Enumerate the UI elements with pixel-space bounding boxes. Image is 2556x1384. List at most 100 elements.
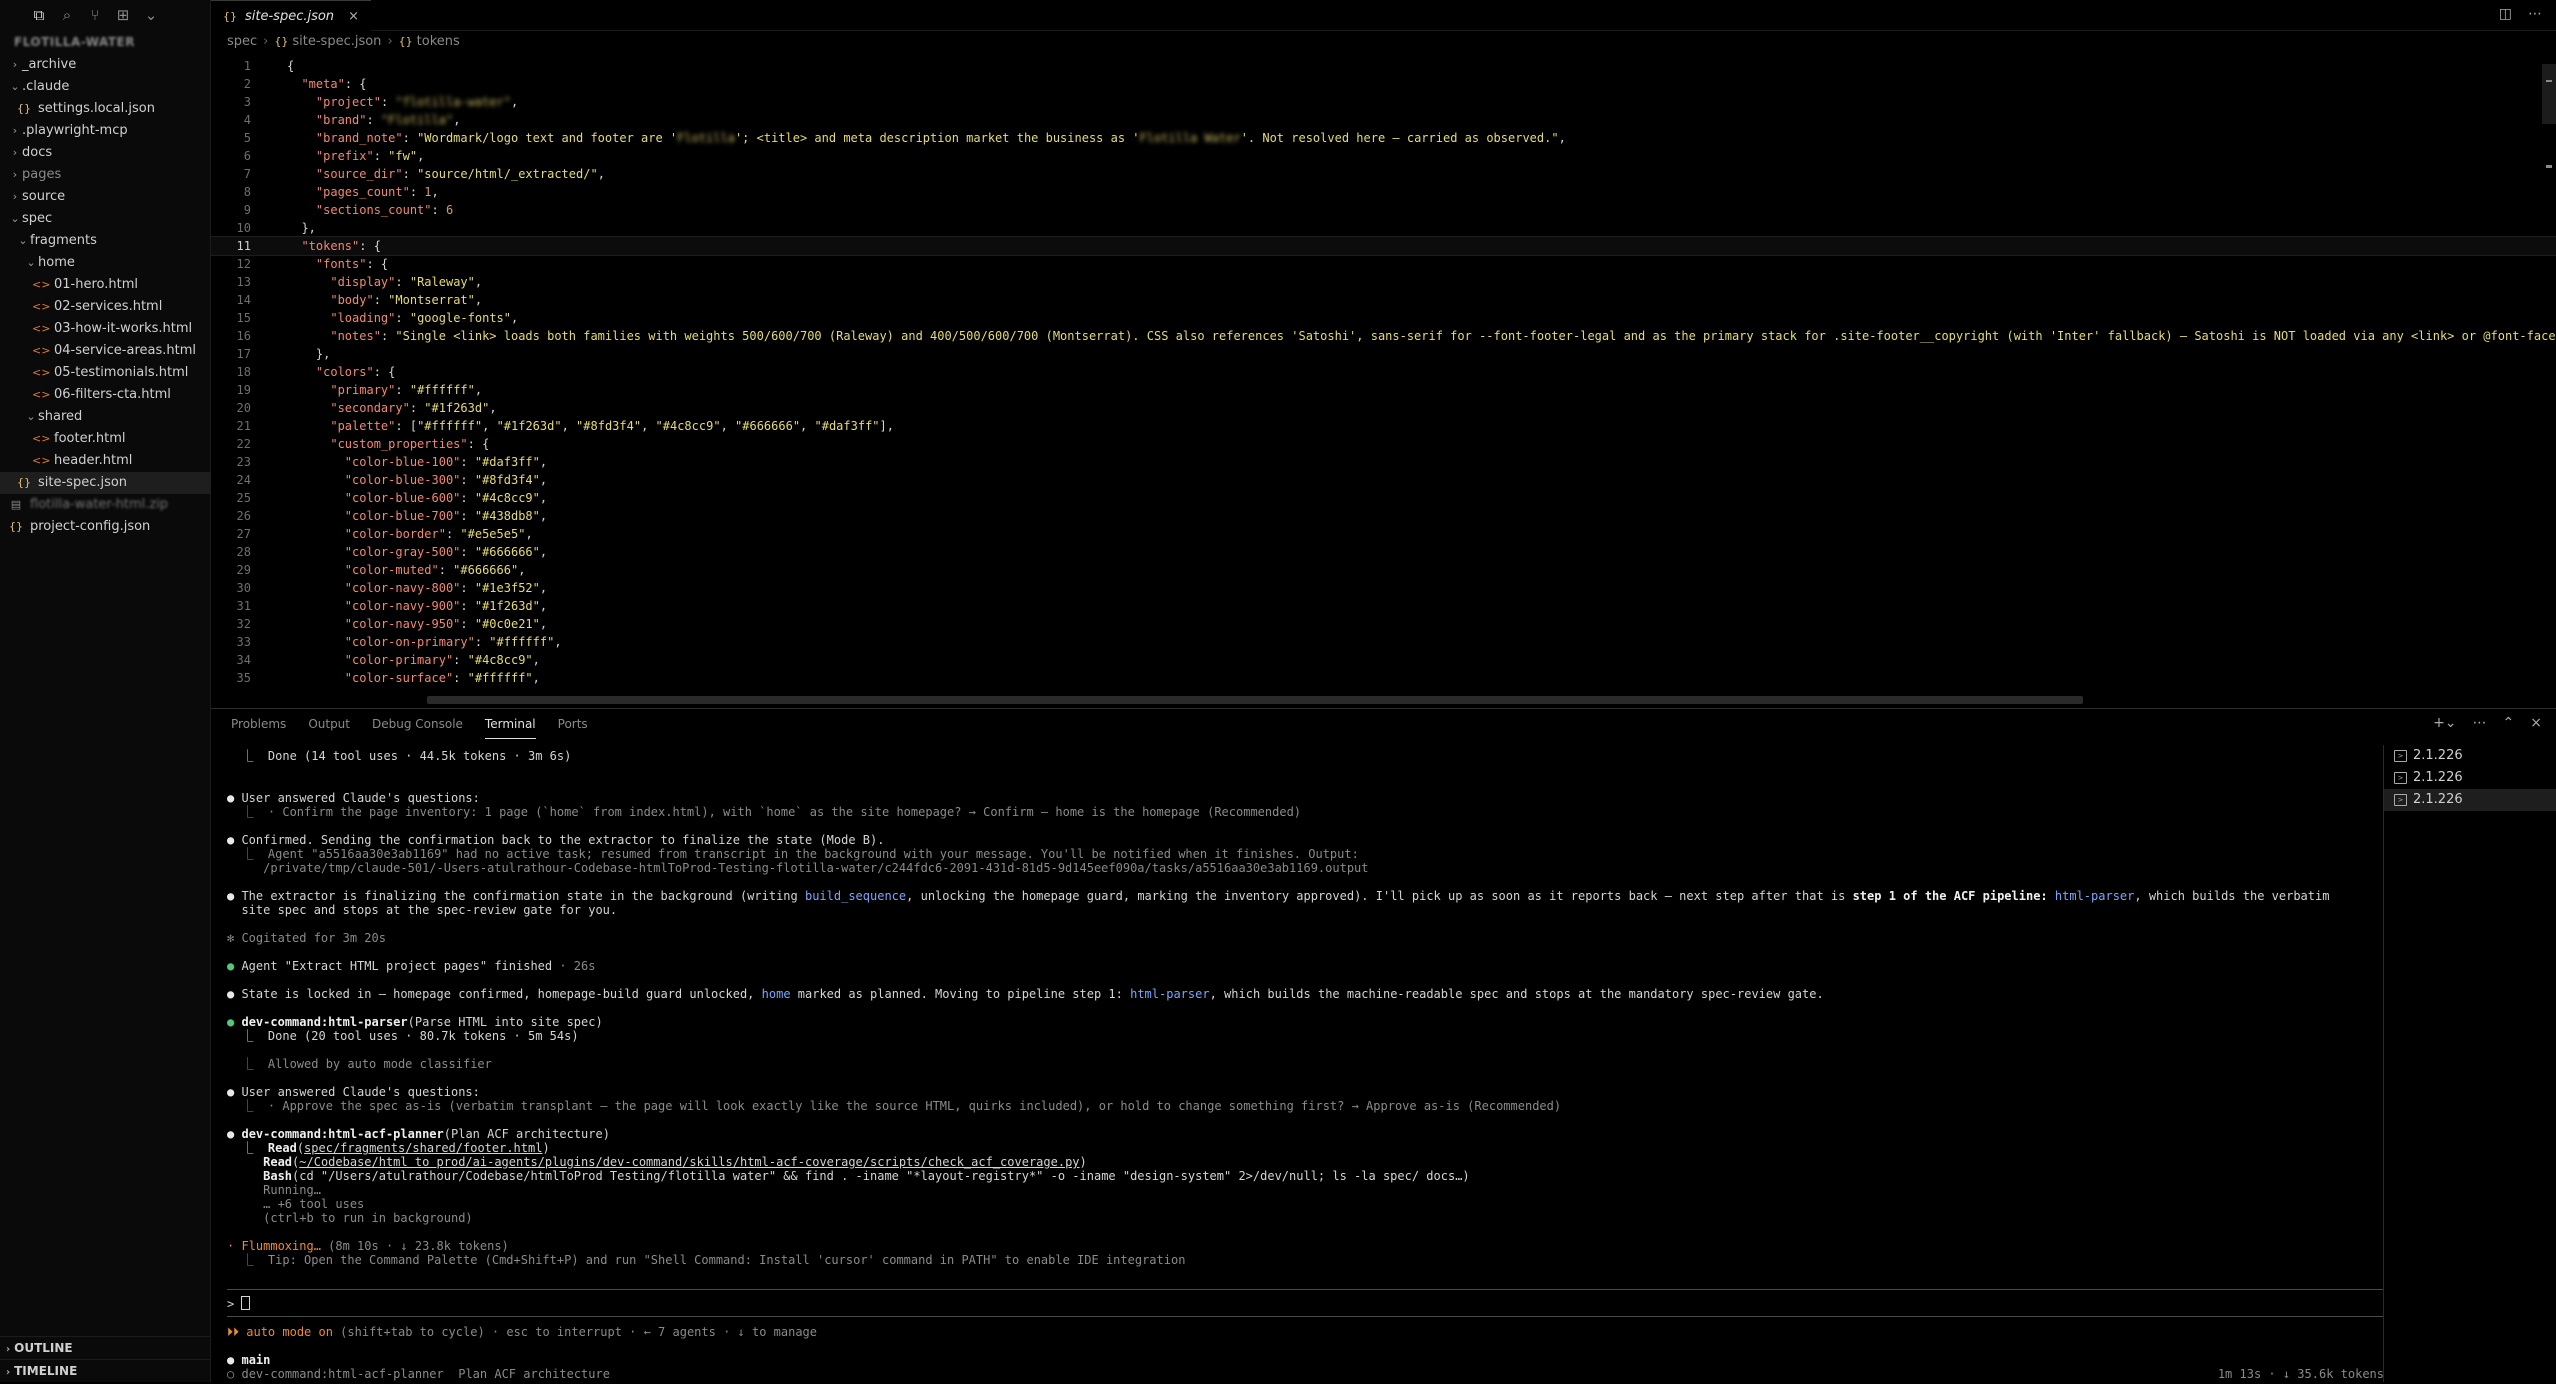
tree-item-label: header.html bbox=[54, 453, 133, 468]
terminal-instance[interactable]: >2.1.226 bbox=[2384, 745, 2556, 767]
code-line: 7 "source_dir": "source/html/_extracted/… bbox=[243, 167, 605, 181]
agent-main-label: main bbox=[241, 1353, 271, 1367]
tree-file-04-service-areas-html[interactable]: <> 04-service-areas.html bbox=[0, 340, 210, 362]
terminal-line: Read(~/Codebase/html to prod/ai-agents/p… bbox=[263, 1155, 1087, 1169]
tree-file-06-filters-cta-html[interactable]: <> 06-filters-cta.html bbox=[0, 384, 210, 406]
code-line: 1{ bbox=[243, 59, 295, 73]
terminal-line: ● dev-command:html-acf-planner(Plan ACF … bbox=[227, 1127, 610, 1141]
tree-file-project-config-json[interactable]: {} project-config.json bbox=[0, 516, 210, 538]
agent-sub-row[interactable]: ○ dev-command:html-acf-planner Plan ACF … bbox=[227, 1367, 2384, 1381]
outline-section[interactable]: › OUTLINE bbox=[0, 1336, 210, 1359]
tree-file-flotilla-water-html-zip[interactable]: ▤ flotilla-water-html.zip bbox=[0, 494, 210, 516]
source-control-icon[interactable]: ⑂ bbox=[86, 6, 104, 24]
terminal-instance-active[interactable]: >2.1.226 bbox=[2384, 789, 2556, 811]
terminal-instance[interactable]: >2.1.226 bbox=[2384, 767, 2556, 789]
scrollbar-marker bbox=[2546, 80, 2552, 82]
chevron-down-icon[interactable]: ⌄ bbox=[142, 6, 160, 24]
tree-folder-spec[interactable]: ⌄ spec bbox=[0, 208, 210, 230]
terminal-output[interactable]: ⎿ Done (14 tool uses · 44.5k tokens · 3m… bbox=[227, 747, 2407, 1382]
code-line: 6 "prefix": "fw", bbox=[243, 149, 425, 163]
tree-folder-shared[interactable]: ⌄ shared bbox=[0, 406, 210, 428]
terminal-prompt[interactable]: > bbox=[227, 1290, 2384, 1316]
terminal-instance-label: 2.1.226 bbox=[2413, 792, 2463, 807]
chevron-right-icon: › bbox=[12, 58, 18, 71]
code-line: 32 "color-navy-950": "#0c0e21", bbox=[236, 617, 548, 631]
new-terminal-icon[interactable]: +⌄ bbox=[2433, 715, 2456, 731]
breadcrumb-item[interactable]: site-spec.json bbox=[292, 34, 381, 49]
maximize-panel-icon[interactable]: ⌃ bbox=[2503, 715, 2515, 731]
terminal-icon: > bbox=[2394, 750, 2407, 762]
terminal-instance-label: 2.1.226 bbox=[2413, 770, 2463, 785]
tree-file-settings-local-json[interactable]: {} settings.local.json bbox=[0, 98, 210, 120]
agent-main-row[interactable]: ● main bbox=[227, 1353, 2384, 1367]
tree-folder-pages[interactable]: › pages bbox=[0, 164, 210, 186]
code-editor[interactable]: 1{ 2 "meta": { 3 "project": "flotilla-wa… bbox=[211, 57, 2556, 688]
extensions-icon[interactable]: ⊞ bbox=[114, 6, 132, 24]
tree-item-label: _archive bbox=[22, 57, 77, 72]
terminal-line: … +6 tool uses bbox=[227, 1197, 365, 1211]
code-line: 13 "display": "Raleway", bbox=[236, 275, 483, 289]
breadcrumb-item[interactable]: tokens bbox=[417, 34, 460, 49]
more-actions-icon[interactable]: ⋯ bbox=[2528, 6, 2542, 22]
more-actions-icon[interactable]: ⋯ bbox=[2473, 715, 2487, 731]
tree-item-label: settings.local.json bbox=[38, 101, 155, 116]
tab-ports[interactable]: Ports bbox=[558, 709, 588, 739]
split-editor-icon[interactable]: ◫ bbox=[2499, 6, 2512, 22]
timeline-section[interactable]: › TIMELINE bbox=[0, 1359, 210, 1382]
code-line: 23 "color-blue-100": "#daf3ff", bbox=[236, 455, 548, 469]
tab-terminal[interactable]: Terminal bbox=[484, 709, 536, 739]
code-line: 3 "project": "flotilla-water", bbox=[243, 95, 519, 109]
explorer-icon[interactable]: ⧉ bbox=[30, 6, 48, 24]
code-line: 33 "color-on-primary": "#ffffff", bbox=[236, 635, 562, 649]
tab-problems[interactable]: Problems bbox=[231, 709, 286, 739]
mode-arrows: ⏵⏵ bbox=[227, 1325, 240, 1339]
html-file-icon: <> bbox=[32, 322, 51, 335]
chevron-right-icon: › bbox=[12, 168, 18, 181]
close-icon[interactable]: × bbox=[348, 9, 359, 24]
tree-folder-source[interactable]: › source bbox=[0, 186, 210, 208]
tree-item-label: shared bbox=[38, 409, 83, 424]
auto-mode-status: ⏵⏵ auto mode on (shift+tab to cycle) · e… bbox=[227, 1325, 2384, 1339]
tree-item-label: flotilla-water-html.zip bbox=[30, 497, 169, 512]
tree-file-05-testimonials-html[interactable]: <> 05-testimonials.html bbox=[0, 362, 210, 384]
file-tree: › _archive ⌄ .claude{} settings.local.json ›.… bbox=[0, 54, 210, 538]
bottom-panel: Problems Output Debug Console Terminal P… bbox=[211, 708, 2556, 1382]
tree-folder-fragments[interactable]: ⌄ fragments bbox=[0, 230, 210, 252]
terminal-line: ⎿ Tip: Open the Command Palette (Cmd+Shi… bbox=[227, 1253, 1186, 1267]
tree-item-label: 03-how-it-works.html bbox=[54, 321, 193, 336]
tree-file-01-hero-html[interactable]: <> 01-hero.html bbox=[0, 274, 210, 296]
agent-sub-bullet: ○ bbox=[227, 1367, 235, 1381]
code-line: 22 "custom_properties": { bbox=[236, 437, 490, 451]
tree-file-02-services-html[interactable]: <> 02-services.html bbox=[0, 296, 210, 318]
tree-file-site-spec-json[interactable]: {} site-spec.json bbox=[0, 472, 210, 494]
terminal-line: ● dev-command:html-parser(Parse HTML int… bbox=[227, 1015, 603, 1029]
tree-folder-archive[interactable]: › _archive bbox=[0, 54, 210, 76]
explorer-root-folder[interactable]: FLOTILLA-WATER bbox=[0, 30, 210, 54]
code-line: 16 "notes": "Single <link> loads both fa… bbox=[236, 329, 2556, 343]
tab-output[interactable]: Output bbox=[308, 709, 350, 739]
tree-file-footer-html[interactable]: <> footer.html bbox=[0, 428, 210, 450]
tree-folder-claude[interactable]: ⌄ .claude bbox=[0, 76, 210, 98]
terminal-line: ● Confirmed. Sending the confirmation ba… bbox=[227, 833, 885, 847]
horizontal-scrollbar[interactable] bbox=[427, 696, 2083, 704]
mode-hint: (shift+tab to cycle) · esc to interrupt … bbox=[332, 1325, 818, 1339]
chevron-down-icon: ⌄ bbox=[10, 212, 20, 225]
tab-debug-console[interactable]: Debug Console bbox=[372, 709, 463, 739]
chevron-right-icon: › bbox=[6, 1367, 11, 1378]
code-line: 5 "brand_note": "Wordmark/logo text and … bbox=[243, 131, 1566, 145]
panel-actions: +⌄ ⋯ ⌃ × bbox=[2433, 715, 2542, 731]
tree-folder-playwright-mcp[interactable]: › .playwright-mcp bbox=[0, 120, 210, 142]
tab-site-spec-json[interactable]: {} site-spec.json × bbox=[211, 0, 371, 31]
terminal-line: ● The extractor is finalizing the confir… bbox=[227, 889, 2330, 903]
tree-folder-home[interactable]: ⌄ home bbox=[0, 252, 210, 274]
tree-item-label: 01-hero.html bbox=[54, 277, 138, 292]
chevron-down-icon: ⌄ bbox=[18, 234, 28, 247]
tree-file-header-html[interactable]: <> header.html bbox=[0, 450, 210, 472]
close-panel-icon[interactable]: × bbox=[2530, 715, 2542, 731]
search-icon[interactable]: ⌕ bbox=[58, 6, 76, 24]
tree-folder-docs[interactable]: › docs bbox=[0, 142, 210, 164]
tree-file-03-how-it-works-html[interactable]: <> 03-how-it-works.html bbox=[0, 318, 210, 340]
breadcrumb-item[interactable]: spec bbox=[227, 34, 257, 49]
tree-item-label: spec bbox=[22, 211, 53, 226]
vertical-scrollbar[interactable] bbox=[2542, 64, 2556, 124]
